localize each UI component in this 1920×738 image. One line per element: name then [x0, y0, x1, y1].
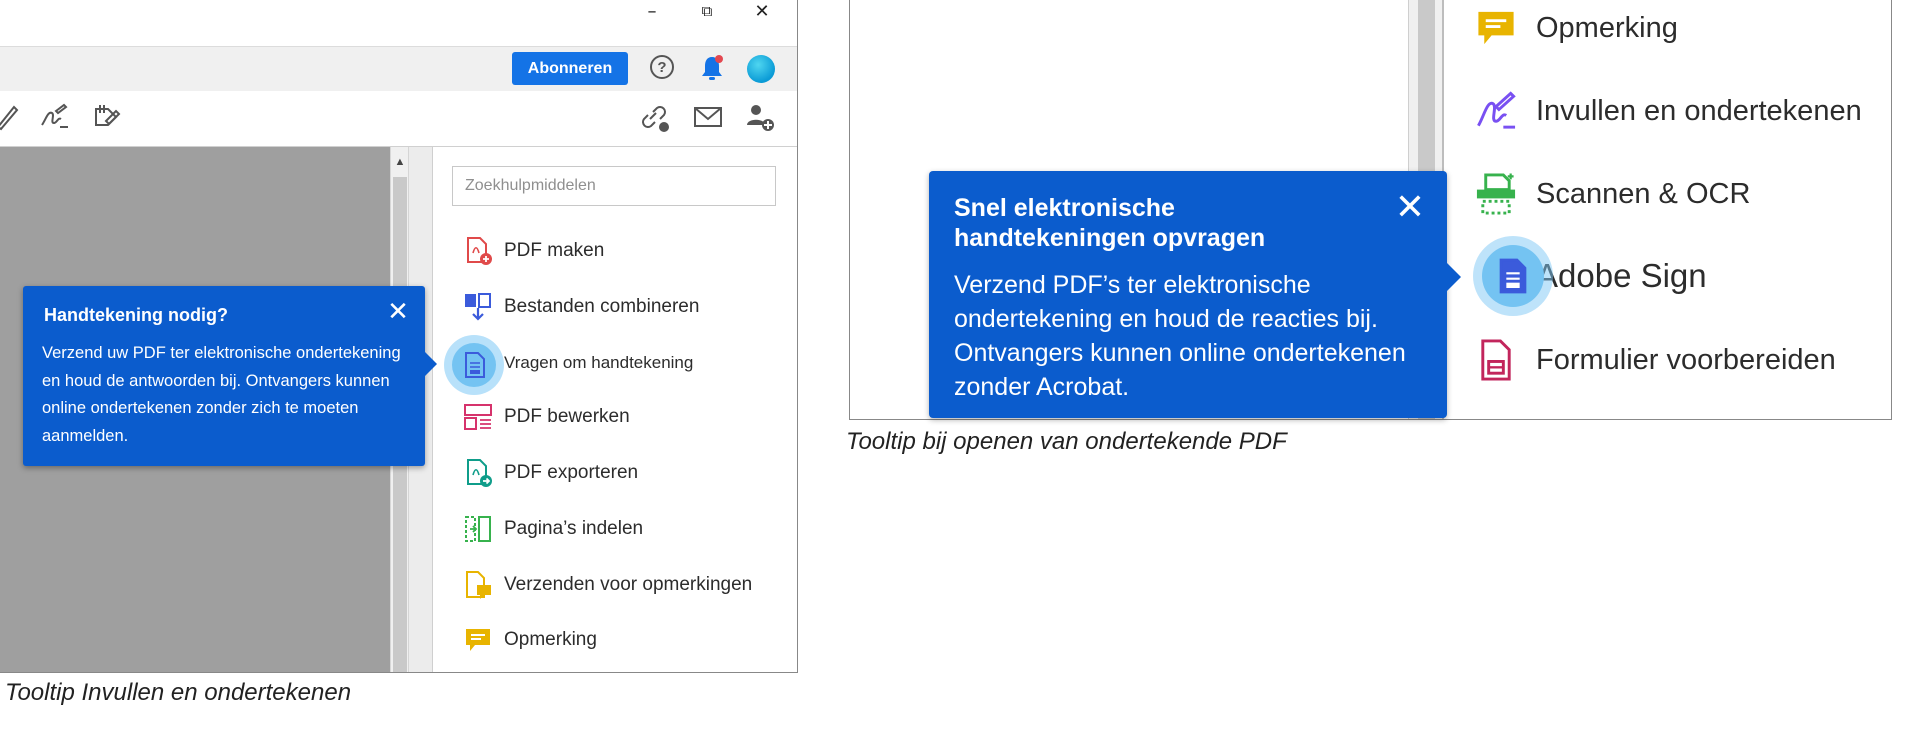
tool-label: PDF bewerken: [504, 406, 630, 427]
tool-pdf-bewerken[interactable]: PDF bewerken: [463, 397, 793, 437]
tool-label: Formulier voorbereiden: [1536, 343, 1836, 376]
tool-pdf-maken[interactable]: PDF maken: [463, 231, 793, 271]
close-window-button[interactable]: ✕: [735, 0, 789, 22]
tooltip-body: Verzend uw PDF ter elektronische onderte…: [42, 344, 401, 445]
close-icon[interactable]: ✕: [1393, 190, 1427, 226]
tool-label: Adobe Sign: [1536, 257, 1707, 294]
tool-opmerking[interactable]: Opmerking: [1474, 0, 1891, 56]
tool-label: PDF exporteren: [504, 462, 639, 483]
caption-left: Tooltip Invullen en ondertekenen: [5, 679, 352, 706]
tooltip-arrow: [425, 352, 437, 376]
tool-scannen-ocr[interactable]: Scannen & OCR: [1474, 166, 1891, 222]
edit-pdf-icon: [464, 404, 492, 430]
tool-label: Invullen en ondertekenen: [1536, 94, 1862, 127]
send-for-comments-icon: [466, 571, 491, 599]
create-pdf-icon: [467, 237, 492, 265]
search-tools-input[interactable]: Zoekhulpmiddelen: [452, 166, 776, 206]
tool-bestanden-combineren[interactable]: Bestanden combineren: [463, 287, 793, 327]
tools-pane: Zoekhulpmiddelen PDF maken Bestanden com…: [432, 147, 797, 672]
sign-icon[interactable]: [38, 101, 70, 133]
restore-button[interactable]: ⧉: [680, 0, 734, 22]
tools-toolbar: [0, 91, 797, 147]
adobe-sign-icon: [1499, 258, 1527, 294]
tool-pdf-exporteren[interactable]: PDF exporteren: [463, 453, 793, 493]
scan-ocr-icon: [1476, 173, 1516, 215]
tool-opmerking[interactable]: Opmerking: [463, 620, 793, 660]
share-link-icon[interactable]: [638, 101, 670, 133]
tool-label: Opmerking: [504, 629, 597, 650]
tools-pane: Opmerking Invullen en ondertekenen Scann…: [1442, 0, 1891, 419]
minimize-button[interactable]: –: [625, 0, 679, 22]
title-bar: – ⧉ ✕: [0, 0, 797, 46]
tool-label: Verzenden voor opmerkingen: [504, 574, 753, 595]
tooltip-title: Snel elektronische handtekeningen opvrag…: [954, 194, 1266, 252]
tool-label: Vragen om handtekening: [504, 353, 694, 372]
tool-formulier-voorbereiden[interactable]: Formulier voorbereiden: [1474, 332, 1891, 388]
tooltip-signature-needed: Handtekening nodig? ✕ Verzend uw PDF ter…: [23, 286, 437, 466]
combine-files-icon: [465, 293, 491, 321]
tool-label: Opmerking: [1536, 11, 1678, 44]
export-pdf-icon: [467, 459, 492, 487]
caption-right: Tooltip bij openen van ondertekende PDF: [846, 428, 1287, 455]
tooltip-body: Verzend PDF’s ter elektronische ondertek…: [954, 271, 1406, 401]
tool-invullen-en-ondertekenen[interactable]: Invullen en ondertekenen: [1474, 83, 1891, 139]
tool-label: PDF maken: [504, 240, 605, 261]
request-signature-icon: [465, 352, 485, 378]
tooltip-arrow: [1447, 263, 1461, 291]
prepare-form-icon: [1481, 339, 1511, 381]
organize-pages-icon: [465, 516, 491, 542]
stamp-icon[interactable]: [90, 101, 122, 133]
comment-icon: [466, 629, 490, 651]
add-user-icon[interactable]: [744, 101, 776, 133]
tool-vragen-om-handtekening[interactable]: Vragen om handtekening: [463, 343, 793, 383]
tooltip-request-signatures: Snel elektronische handtekeningen opvrag…: [929, 171, 1461, 418]
help-icon[interactable]: ?: [650, 55, 674, 79]
tool-label: Scannen & OCR: [1536, 177, 1751, 210]
close-icon[interactable]: ✕: [385, 299, 411, 325]
fill-and-sign-icon: [1477, 91, 1516, 129]
tool-verzenden-voor-opmerkingen[interactable]: Verzenden voor opmerkingen: [463, 565, 793, 605]
pencil-icon[interactable]: [0, 101, 24, 133]
tool-label: Pagina’s indelen: [504, 518, 644, 539]
avatar[interactable]: [747, 55, 775, 83]
notification-bell-icon[interactable]: [698, 53, 726, 83]
comment-icon: [1478, 11, 1514, 45]
tooltip-title: Handtekening nodig?: [44, 305, 228, 325]
top-toolbar: Abonneren ?: [0, 46, 797, 92]
tool-label: Bestanden combineren: [504, 296, 700, 317]
scroll-up-icon[interactable]: ▲: [393, 155, 407, 169]
subscribe-button[interactable]: Abonneren: [512, 52, 628, 85]
tool-paginas-indelen[interactable]: Pagina’s indelen: [463, 509, 793, 549]
email-icon[interactable]: [692, 101, 724, 133]
